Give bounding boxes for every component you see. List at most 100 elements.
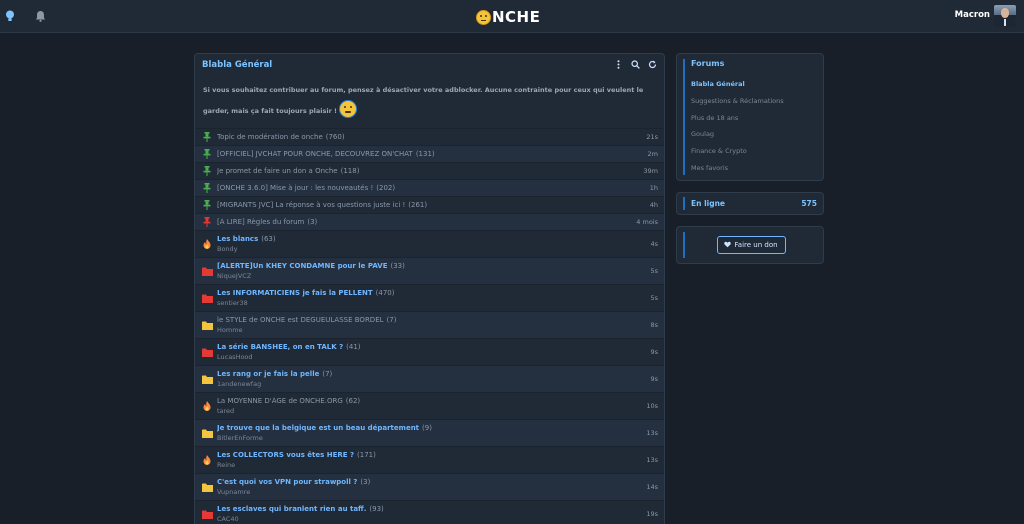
forum-link-mes-favoris[interactable]: Mes favoris [691, 160, 817, 177]
folder-yellow-icon [201, 427, 213, 439]
topic-row[interactable]: La série BANSHEE, on en TALK ? (41) LucasH… [195, 338, 664, 365]
topic-reply-count: (7) [386, 316, 397, 324]
topic-title-line: La MOYENNE D'ÂGE de ONCHE.ORG (62) [217, 397, 638, 405]
user-name[interactable]: Macron [955, 10, 990, 20]
topic-title[interactable]: La MOYENNE D'ÂGE de ONCHE.ORG [217, 397, 343, 405]
avatar[interactable] [994, 5, 1016, 27]
topic-reply-count: (63) [261, 235, 276, 243]
flame-icon [201, 454, 213, 466]
topic-title[interactable]: [OFFICIEL] JVCHAT POUR ONCHE, DECOUVREZ … [217, 150, 413, 158]
forum-link-suggestions[interactable]: Suggestions & Réclamations [691, 93, 817, 110]
forum-link-blabla-general[interactable]: Blabla Général [691, 76, 817, 93]
topic-author[interactable]: Vupnamre [217, 488, 638, 496]
topic-title[interactable]: Les blancs [217, 235, 258, 243]
topic-title[interactable]: La série BANSHEE, on en TALK ? [217, 343, 343, 351]
topic-row[interactable]: Les esclaves qui branlent rien au taff.(… [195, 500, 664, 524]
topic-author[interactable]: tared [217, 407, 638, 415]
folder-red-icon [201, 346, 213, 358]
topic-row[interactable]: [ALERTE]Un KHEY CONDAMNE pour le PAVE (33… [195, 257, 664, 284]
topic-title[interactable]: Je trouve que la belgique est un beau dé… [217, 424, 419, 432]
topic-title-line: [MIGRANTS JVC] La réponse à vos question… [217, 201, 642, 209]
topic-reply-count: (62) [345, 397, 361, 405]
topic-author[interactable]: 1andenewfag [217, 380, 642, 388]
forum-link-plus-de-18-ans[interactable]: Plus de 18 ans [691, 110, 817, 127]
pin-green-icon [201, 182, 213, 194]
forum-title[interactable]: Blabla Général [202, 60, 272, 70]
topic-body: Les rang or je fais la pelle (7) 1andenewf… [217, 370, 642, 388]
topic-last-activity: 4h [649, 201, 658, 209]
topic-row[interactable]: [ONCHE 3.6.0] Mise à jour : les nouveaut… [195, 179, 664, 196]
topic-reply-count: (118) [340, 167, 360, 175]
forum-link-goulag[interactable]: Goulag [691, 126, 817, 143]
topic-last-activity: 39m [643, 167, 658, 175]
topic-row[interactable]: Les INFORMATICIENS je fais la PELLENT (47… [195, 284, 664, 311]
topic-last-activity: 9s [650, 375, 658, 383]
topic-title[interactable]: Je promet de faire un don a Onche [217, 167, 338, 175]
topic-reply-count: (3) [307, 218, 318, 226]
topic-author[interactable]: sentier38 [217, 299, 642, 307]
donate-button[interactable]: Faire un don [716, 236, 786, 254]
topic-row[interactable]: Topic de modération de onche (760) 21s [195, 128, 664, 145]
logo-text: NCHE [492, 8, 541, 26]
topic-title-line: [À LIRE] Règles du forum (3) [217, 218, 628, 226]
donate-label: Faire un don [734, 241, 778, 249]
topic-title[interactable]: Les INFORMATICIENS je fais la PELLENT [217, 289, 373, 297]
topic-list: Topic de modération de onche (760) 21s [OFF… [195, 128, 664, 524]
topic-title-line: C'est quoi vos VPN pour strawpoll ? (3) [217, 478, 638, 486]
topic-author[interactable]: Bondy [217, 245, 642, 253]
heart-icon [724, 241, 732, 250]
topic-last-activity: 1h [649, 184, 658, 192]
topic-row[interactable]: [OFFICIEL] JVCHAT POUR ONCHE, DECOUVREZ … [195, 145, 664, 162]
topic-last-activity: 4s [650, 240, 658, 248]
topic-title[interactable]: Les COLLECTORS vous êtes HERE ? [217, 451, 354, 459]
folder-yellow-icon [201, 373, 213, 385]
forum-link-finance-crypto[interactable]: Finance & Crypto [691, 143, 817, 160]
topic-author[interactable]: NiqueJVCZ [217, 272, 642, 280]
more-options-icon[interactable] [614, 60, 623, 70]
topic-title-line: Les blancs (63) [217, 235, 642, 243]
folder-red-icon [201, 292, 213, 304]
topic-author[interactable]: BitlerEnForme [217, 434, 638, 442]
search-icon[interactable] [631, 60, 640, 70]
topic-row[interactable]: Je trouve que la belgique est un beau dé… [195, 419, 664, 446]
topic-row[interactable]: [MIGRANTS JVC] La réponse à vos question… [195, 196, 664, 213]
topic-title[interactable]: [ONCHE 3.6.0] Mise à jour : les nouveaut… [217, 184, 373, 192]
topic-author[interactable]: LucasHood [217, 353, 642, 361]
topic-title[interactable]: le STYLE de ONCHE est DEGUEULASSE BORDEL [217, 316, 384, 324]
topic-title-line: [ALERTE]Un KHEY CONDAMNE pour le PAVE (33… [217, 262, 642, 270]
topic-title[interactable]: C'est quoi vos VPN pour strawpoll ? [217, 478, 357, 486]
bell-icon[interactable] [33, 9, 47, 23]
topic-reply-count: (760) [325, 133, 345, 141]
forum-header: Blabla Général [195, 54, 664, 75]
topic-row[interactable]: [À LIRE] Règles du forum (3) 4 mois [195, 213, 664, 230]
topic-row[interactable]: Les rang or je fais la pelle (7) 1andenewf… [195, 365, 664, 392]
forum-header-actions [614, 60, 657, 70]
topic-row[interactable]: Les blancs (63) Bondy 4s [195, 230, 664, 257]
topic-author[interactable]: Homme [217, 326, 642, 334]
topic-title[interactable]: Les esclaves qui branlent rien au taff. [217, 505, 366, 513]
site-logo[interactable]: NCHE [476, 6, 540, 28]
adblock-notice: Si vous souhaitez contribuer au forum, p… [195, 75, 664, 128]
topic-row[interactable]: La MOYENNE D'ÂGE de ONCHE.ORG (62) tared 10… [195, 392, 664, 419]
topic-title[interactable]: Les rang or je fais la pelle [217, 370, 319, 378]
topic-title[interactable]: [ALERTE]Un KHEY CONDAMNE pour le PAVE [217, 262, 388, 270]
topic-title-line: Je promet de faire un don a Onche (118) [217, 167, 635, 175]
topic-row[interactable]: le STYLE de ONCHE est DEGUEULASSE BORDEL… [195, 311, 664, 338]
lightbulb-icon[interactable] [3, 9, 17, 23]
topic-row[interactable]: Les COLLECTORS vous êtes HERE ? (171) Rein… [195, 446, 664, 473]
topic-title[interactable]: Topic de modération de onche [217, 133, 323, 141]
topic-last-activity: 13s [646, 429, 658, 437]
topic-row[interactable]: Je promet de faire un don a Onche (118) 39… [195, 162, 664, 179]
pin-green-icon [201, 165, 213, 177]
topic-row[interactable]: C'est quoi vos VPN pour strawpoll ? (3) Vu… [195, 473, 664, 500]
refresh-icon[interactable] [648, 60, 657, 70]
topic-reply-count: (41) [346, 343, 361, 351]
topic-author[interactable]: Reine [217, 461, 638, 469]
topic-reply-count: (33) [390, 262, 405, 270]
topic-author[interactable]: CAC40 [217, 515, 638, 523]
forums-box: Forums Blabla Général Suggestions & Récl… [676, 53, 824, 181]
topic-body: La série BANSHEE, on en TALK ? (41) LucasH… [217, 343, 642, 361]
topic-body: Topic de modération de onche (760) [217, 133, 638, 141]
topic-title[interactable]: [À LIRE] Règles du forum [217, 218, 304, 226]
topic-title[interactable]: [MIGRANTS JVC] La réponse à vos question… [217, 201, 405, 209]
